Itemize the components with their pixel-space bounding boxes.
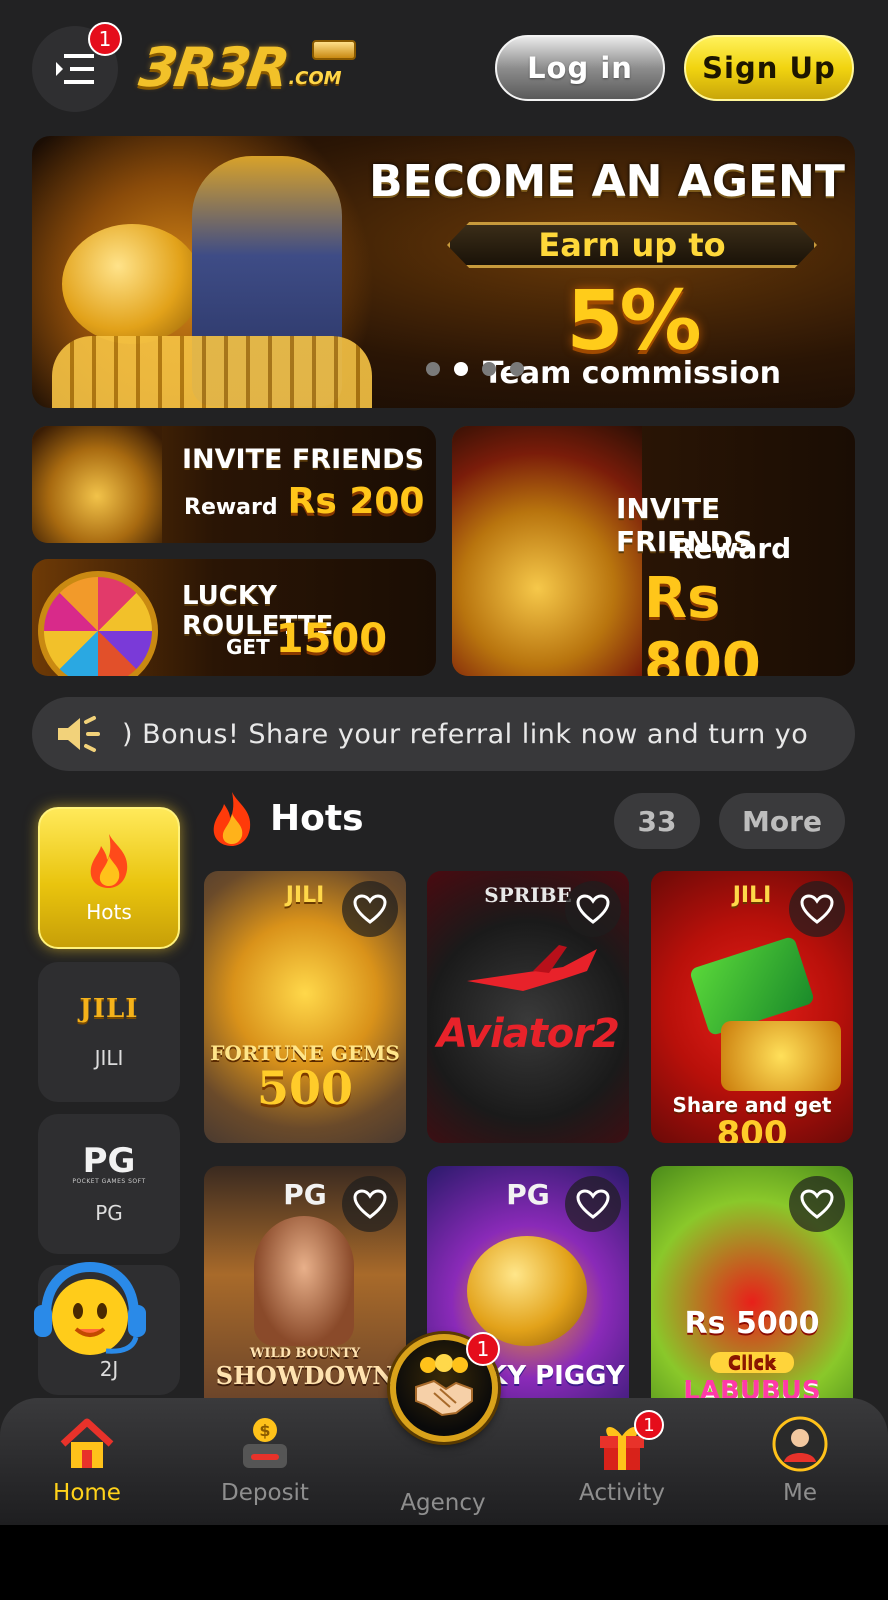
carousel-dot[interactable] bbox=[482, 362, 496, 376]
promo-amount: Rs 200 bbox=[287, 481, 425, 522]
category-label: JILI bbox=[94, 1046, 124, 1070]
agency-fab-button[interactable]: 1 bbox=[390, 1332, 500, 1442]
carousel-dots bbox=[426, 362, 524, 376]
roulette-wheel-illustration bbox=[38, 571, 158, 676]
signup-button[interactable]: Sign Up bbox=[684, 35, 854, 101]
nav-me[interactable]: Me bbox=[730, 1398, 870, 1525]
category-label: Hots bbox=[86, 900, 132, 924]
marquee-text: ) Bonus! Share your referral link now an… bbox=[122, 718, 809, 750]
hots-count: 33 bbox=[614, 793, 700, 849]
golden-pig-illustration bbox=[62, 224, 202, 344]
gift-icon: 1 bbox=[594, 1410, 664, 1472]
carousel-dot[interactable] bbox=[426, 362, 440, 376]
nav-label: Agency bbox=[400, 1490, 486, 1516]
nav-label: Deposit bbox=[221, 1480, 309, 1506]
promo-invite-friends-800[interactable]: INVITE FRIENDS Reward Rs 800 bbox=[452, 426, 855, 676]
menu-notification-badge: 1 bbox=[88, 22, 122, 56]
agency-handshake-icon bbox=[415, 1354, 473, 1417]
heart-icon[interactable] bbox=[565, 1176, 621, 1232]
promo-title: INVITE FRIENDS bbox=[182, 444, 425, 475]
svg-text:$: $ bbox=[259, 1421, 270, 1440]
heart-icon[interactable] bbox=[565, 881, 621, 937]
site-logo[interactable]: 3R3R .COM bbox=[136, 34, 372, 100]
announcement-marquee[interactable]: ) Bonus! Share your referral link now an… bbox=[32, 697, 855, 771]
logo-suffix: .COM bbox=[288, 67, 342, 89]
hero-ribbon: Earn up to bbox=[447, 222, 817, 268]
category-pg[interactable]: PG POCKET GAMES SOFT PG bbox=[38, 1114, 180, 1254]
promo-prefix: Reward bbox=[672, 532, 792, 565]
game-title-line: WILD BOUNTY bbox=[249, 1346, 361, 1361]
heart-icon[interactable] bbox=[342, 881, 398, 937]
nav-label: Activity bbox=[578, 1480, 665, 1506]
logo-text: 3R3R bbox=[135, 35, 291, 99]
carousel-dot[interactable] bbox=[510, 362, 524, 376]
game-title-number: 500 bbox=[256, 1061, 354, 1115]
category-hots[interactable]: Hots bbox=[38, 807, 180, 949]
category-label: PG bbox=[95, 1200, 123, 1225]
deposit-icon: $ bbox=[237, 1416, 293, 1472]
user-icon bbox=[772, 1416, 828, 1472]
category-jili[interactable]: JILI JILI bbox=[38, 962, 180, 1102]
hots-header: Hots bbox=[208, 790, 364, 846]
login-button[interactable]: Log in bbox=[495, 35, 665, 101]
treasure-chest-illustration bbox=[452, 426, 642, 676]
treasure-chest-illustration bbox=[32, 426, 162, 543]
gold-chest-illustration bbox=[721, 1021, 841, 1091]
jili-logo: JILI bbox=[79, 994, 139, 1024]
heart-icon[interactable] bbox=[342, 1176, 398, 1232]
game-card[interactable]: JILI Share and get 800 bbox=[651, 871, 853, 1143]
fire-icon bbox=[213, 792, 251, 846]
heart-icon[interactable] bbox=[789, 881, 845, 937]
game-title: Share and get 800 bbox=[651, 1093, 853, 1143]
pg-logo-caption: POCKET GAMES SOFT bbox=[72, 1177, 146, 1185]
slot-machine-icon bbox=[312, 40, 356, 60]
promo-reward: GET 1500 bbox=[226, 619, 387, 659]
game-title: WILD BOUNTY SHOWDOWN bbox=[204, 1346, 406, 1390]
hots-title: Hots bbox=[270, 797, 364, 839]
pg-logo: PG bbox=[82, 1140, 136, 1181]
hero-percent: 5% bbox=[566, 274, 701, 369]
nav-home[interactable]: Home bbox=[17, 1398, 157, 1525]
game-title: FORTUNE GEMS 500 bbox=[204, 1041, 406, 1111]
game-title: Aviator2 bbox=[437, 1011, 620, 1057]
coin-pile-illustration bbox=[52, 336, 372, 408]
more-button[interactable]: More bbox=[719, 793, 845, 849]
home-icon bbox=[59, 1416, 115, 1472]
support-headset-icon bbox=[34, 1261, 146, 1355]
game-card[interactable]: JILI FORTUNE GEMS 500 bbox=[204, 871, 406, 1143]
app-screen: 1 3R3R .COM Log in Sign Up BECOME AN AGE… bbox=[0, 0, 888, 1525]
promo-lucky-roulette[interactable]: LUCKY ROULETTE GET 1500 bbox=[32, 559, 436, 676]
game-title-line: SHOWDOWN bbox=[215, 1361, 395, 1390]
promo-amount: Rs 800 bbox=[644, 566, 761, 676]
nav-activity[interactable]: 1 Activity bbox=[552, 1398, 692, 1525]
hero-banner[interactable]: BECOME AN AGENT Earn up to 5% Team commi… bbox=[32, 136, 855, 408]
speaker-icon bbox=[52, 707, 106, 761]
agency-notification-badge: 1 bbox=[466, 1332, 500, 1366]
game-title-number: 800 bbox=[716, 1114, 788, 1143]
game-title-amount: Rs 5000 bbox=[684, 1306, 820, 1341]
golden-piggy-illustration bbox=[467, 1236, 587, 1346]
heart-icon[interactable] bbox=[789, 1176, 845, 1232]
hero-title: BECOME AN AGENT bbox=[369, 156, 845, 207]
nav-label: Home bbox=[53, 1480, 121, 1506]
nav-deposit[interactable]: $ Deposit bbox=[195, 1398, 335, 1525]
menu-button[interactable]: 1 bbox=[32, 22, 122, 112]
game-click-label: Click bbox=[709, 1352, 795, 1373]
game-card[interactable]: SPRIBE Aviator2 bbox=[427, 871, 629, 1143]
airplane-icon bbox=[467, 945, 597, 991]
promo-amount: 1500 bbox=[275, 616, 388, 662]
hero-subtitle: Earn up to bbox=[538, 226, 726, 264]
carousel-dot-active[interactable] bbox=[454, 362, 468, 376]
game-title: Rs 5000 Click LABUBUS bbox=[651, 1306, 853, 1406]
promo-reward: Reward Rs 200 bbox=[184, 481, 425, 522]
support-button[interactable] bbox=[32, 1261, 148, 1361]
promo-invite-friends-200[interactable]: INVITE FRIENDS Reward Rs 200 bbox=[32, 426, 436, 543]
fire-icon bbox=[90, 834, 128, 888]
promo-prefix: Reward bbox=[184, 495, 278, 520]
menu-icon bbox=[56, 54, 94, 84]
promo-prefix: GET bbox=[226, 635, 270, 659]
cowgirl-illustration bbox=[254, 1216, 354, 1346]
nav-label: Me bbox=[783, 1480, 817, 1506]
activity-notification-badge: 1 bbox=[634, 1410, 664, 1440]
